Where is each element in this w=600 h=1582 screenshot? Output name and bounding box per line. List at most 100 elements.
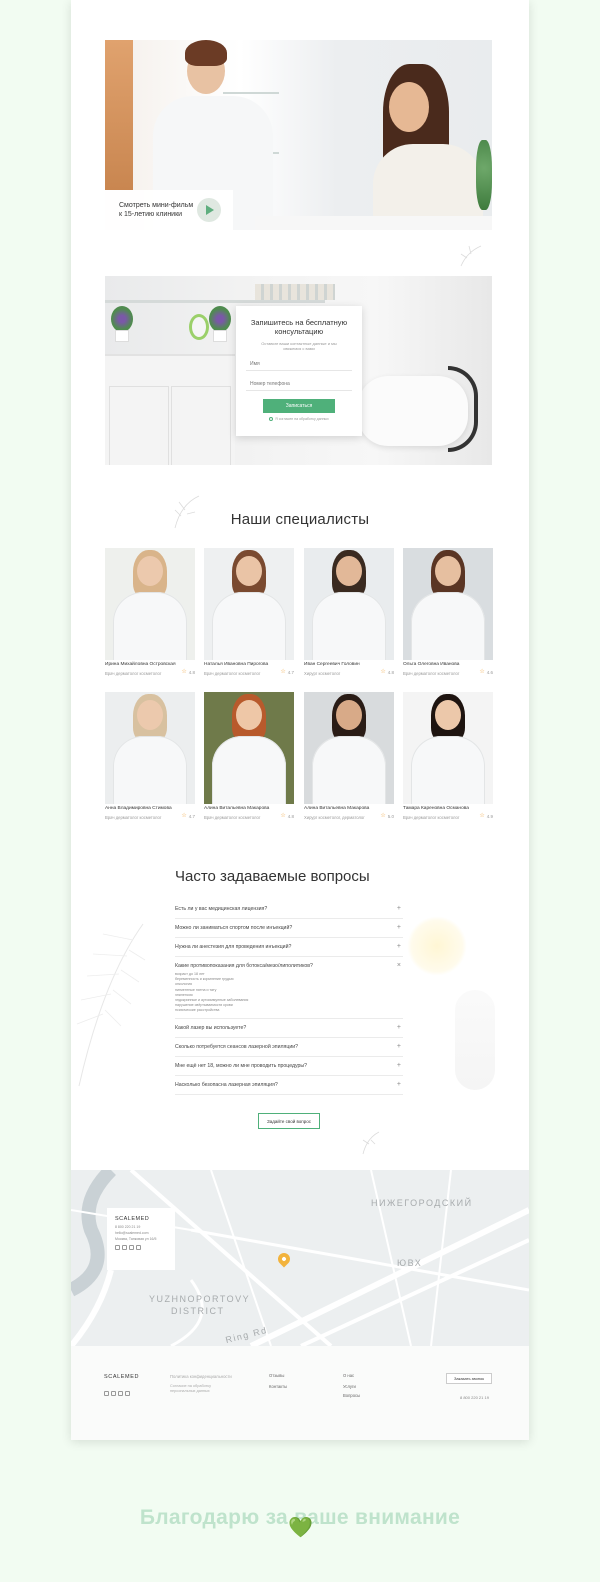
footer-link-contacts[interactable]: Контакты: [269, 1384, 287, 1389]
plus-icon[interactable]: +: [397, 924, 401, 931]
phone-input[interactable]: [246, 377, 352, 391]
instagram-icon[interactable]: [129, 1245, 134, 1250]
rating-value: 4.8: [188, 669, 195, 675]
ask-question-button[interactable]: Задайте свой вопрос: [258, 1113, 320, 1129]
map[interactable]: НИЖЕГОРОДСКИЙ ЮВХ YUZHNOPORTOVY DISTRICT…: [71, 1170, 529, 1346]
form-subtitle: Оставьте ваши контактные данные и мы свя…: [261, 341, 337, 351]
faq-question[interactable]: Какой лазер вы используете?: [175, 1019, 403, 1037]
consent-link[interactable]: Согласие на обработку персональных данны…: [170, 1384, 230, 1394]
plus-icon[interactable]: +: [397, 1081, 401, 1088]
faq-answer: возраст до 18 лет беременность и кормлени…: [175, 972, 403, 1018]
specialist-card[interactable]: Тамара Кареновна Османова Врач дерматолог…: [403, 692, 493, 822]
specialist-role: Хирург косметолог, дерматолог: [304, 815, 365, 820]
facebook-icon[interactable]: [125, 1391, 130, 1396]
rating-value: 4.7: [188, 813, 195, 819]
faq-item[interactable]: Какой лазер вы используете? +: [175, 1019, 403, 1038]
consent-label: Я согласен на обработку данных: [275, 417, 329, 421]
submit-button[interactable]: Записаться: [263, 399, 335, 413]
specialist-photo[interactable]: [403, 548, 493, 660]
star-icon: ☆: [181, 669, 187, 675]
map-label-district: НИЖЕГОРОДСКИЙ: [371, 1198, 473, 1208]
specialist-role: Врач дерматолог косметолог: [105, 671, 162, 676]
plus-icon[interactable]: +: [397, 905, 401, 912]
flower-decoration: [407, 916, 467, 976]
specialist-card[interactable]: Иван Сергеевич Головин Хирург косметолог ☆…: [304, 548, 394, 678]
faq-question[interactable]: Есть ли у вас медицинская лицензия?: [175, 900, 403, 918]
vk-icon[interactable]: [115, 1245, 120, 1250]
faq-item[interactable]: Есть ли у вас медицинская лицензия? +: [175, 900, 403, 919]
specialist-rating: ☆ 4.8: [181, 669, 195, 675]
footer-link-faq[interactable]: Вопросы: [343, 1393, 360, 1398]
leaf-decoration-icon: [362, 1131, 380, 1155]
vk-icon[interactable]: [104, 1391, 109, 1396]
specialist-card[interactable]: Ирина Михайловна Островская Врач дерматол…: [105, 548, 195, 678]
specialist-photo[interactable]: [403, 692, 493, 804]
privacy-link[interactable]: Политика конфиденциальности: [170, 1374, 232, 1379]
faq-question[interactable]: Мне ещё нет 18, можно ли мне проводить п…: [175, 1057, 403, 1075]
specialist-card[interactable]: Алина Витальевна Макарова Хирург косметол…: [304, 692, 394, 822]
form-title: Запишитесь на бесплатную консультацию: [250, 318, 348, 336]
chair-figure: [358, 336, 478, 456]
specialist-card[interactable]: Наталья Ивановна Пирогова Врач дерматолог…: [204, 548, 294, 678]
bottle-decoration: [455, 990, 495, 1090]
telegram-icon[interactable]: [122, 1245, 127, 1250]
plus-icon[interactable]: +: [397, 943, 401, 950]
specialist-photo[interactable]: [304, 548, 394, 660]
plus-icon[interactable]: +: [397, 1043, 401, 1050]
footer-link-about[interactable]: О нас: [343, 1373, 354, 1378]
consent-row[interactable]: Я согласен на обработку данных: [246, 417, 352, 421]
rating-value: 4.9: [486, 813, 493, 819]
star-icon: ☆: [380, 813, 386, 819]
telegram-icon[interactable]: [111, 1391, 116, 1396]
specialist-photo[interactable]: [204, 548, 294, 660]
faq-question[interactable]: Сколько потребуется сеансов лазерной эпи…: [175, 1038, 403, 1056]
plus-icon[interactable]: +: [397, 1062, 401, 1069]
specialist-card[interactable]: Алина Витальевна Макарова Врач дерматолог…: [204, 692, 294, 822]
faq-question[interactable]: Можно ли заниматься спортом после инъекц…: [175, 919, 403, 937]
facebook-icon[interactable]: [136, 1245, 141, 1250]
specialist-rating: ☆ 4.7: [280, 669, 294, 675]
specialist-role: Врач дерматолог косметолог: [105, 815, 162, 820]
hero-image: Смотреть мини-фильм к 15-летию клиники: [105, 40, 492, 230]
specialist-role: Врач дерматолог косметолог: [403, 815, 460, 820]
specialist-card[interactable]: Анна Владимировна Стимова Врач дерматолог…: [105, 692, 195, 822]
specialist-card[interactable]: Ольга Олеговна Иванова Врач дерматолог ко…: [403, 548, 493, 678]
specialist-name: Алина Витальевна Макарова: [304, 806, 370, 811]
footer-socials: [104, 1391, 130, 1396]
specialist-photo[interactable]: [105, 548, 195, 660]
star-icon: ☆: [380, 669, 386, 675]
faq-question[interactable]: Насколько безопасна лазерная эпиляция?: [175, 1076, 403, 1094]
specialist-photo[interactable]: [204, 692, 294, 804]
footer-brand[interactable]: SCALEMED: [104, 1374, 139, 1380]
faq-item[interactable]: Нужна ли анестезия для проведения инъекц…: [175, 938, 403, 957]
close-icon[interactable]: ×: [397, 962, 401, 969]
map-email[interactable]: hello@scalemed.com: [115, 1231, 167, 1235]
map-socials: [115, 1245, 167, 1250]
name-input[interactable]: [246, 357, 352, 371]
faq-item[interactable]: Какие противопоказания для ботокса/мезо/…: [175, 957, 403, 1019]
plus-icon[interactable]: +: [397, 1024, 401, 1031]
film-card[interactable]: Смотреть мини-фильм к 15-летию клиники: [105, 190, 233, 230]
specialists-title: Наши специалисты: [230, 511, 370, 528]
map-phone[interactable]: 8 800 220 21 19: [115, 1225, 167, 1229]
footer-link-reviews[interactable]: Отзывы: [269, 1373, 284, 1378]
faq-item[interactable]: Мне ещё нет 18, можно ли мне проводить п…: [175, 1057, 403, 1076]
palm-leaf-decoration-icon: [76, 923, 146, 1087]
faq-question[interactable]: Нужна ли анестезия для проведения инъекц…: [175, 938, 403, 956]
play-button[interactable]: [197, 198, 221, 222]
map-label-road: ЮВХ: [397, 1258, 423, 1268]
instagram-icon[interactable]: [118, 1391, 123, 1396]
footer-link-services[interactable]: Услуги: [343, 1384, 356, 1389]
star-icon: ☆: [280, 813, 286, 819]
specialist-role: Врач дерматолог косметолог: [403, 671, 460, 676]
faq-item[interactable]: Сколько потребуется сеансов лазерной эпи…: [175, 1038, 403, 1057]
map-label-district-sw: YUZHNOPORTOVY: [149, 1294, 251, 1304]
faq-item[interactable]: Насколько безопасна лазерная эпиляция? +: [175, 1076, 403, 1095]
request-call-button[interactable]: Заказать звонок: [446, 1373, 492, 1384]
specialist-photo[interactable]: [304, 692, 394, 804]
faq-list: Есть ли у вас медицинская лицензия? + Можн…: [175, 900, 403, 1095]
consent-checkbox-icon[interactable]: [269, 417, 274, 421]
footer-phone[interactable]: 8 800 220 21 19: [460, 1395, 489, 1400]
specialist-photo[interactable]: [105, 692, 195, 804]
faq-item[interactable]: Можно ли заниматься спортом после инъекц…: [175, 919, 403, 938]
